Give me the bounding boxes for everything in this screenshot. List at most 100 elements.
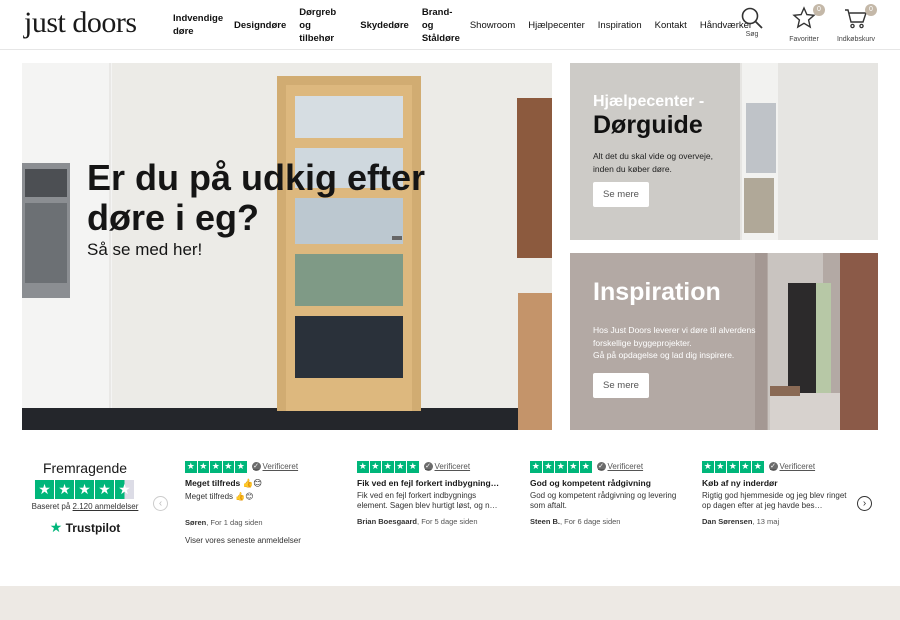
review-body: God og kompetent rådgivning og levering … [530,490,677,511]
check-icon: ✓ [596,462,606,472]
review-title: Fik ved en fejl forkert indbygning… [357,477,500,488]
review-header: ★ ★ ★ ★ ★ ✓ Verificeret [357,461,509,473]
review-star-icon: ★ [555,461,567,473]
nav-hjaelpecenter[interactable]: Hjælpecenter [528,19,585,32]
review-verified-label: Verificeret [262,462,299,472]
review-star-icon: ★ [369,461,381,473]
review-star-icon: ★ [567,461,579,473]
review-star-icon: ★ [407,461,419,473]
check-icon: ✓ [251,462,261,472]
reviews-prev-button[interactable]: ‹ [153,496,168,511]
trustpilot-star-icon: ★ [95,480,114,499]
review-author-line: Dan Sørensen, 13 maj [702,517,854,526]
nav-designdoere[interactable]: Designdøre [234,19,286,32]
inspiration-card-button[interactable]: Se mere [593,373,649,398]
review-card[interactable]: ★ ★ ★ ★ ★ ✓ Verificeret God og kompetent rådg… [530,461,682,526]
review-card[interactable]: ★ ★ ★ ★ ★ ✓ Verificeret Meget tilfreds 👍😊 Meg… [185,461,337,527]
review-time: , 13 maj [752,516,780,526]
help-card-title-1: Hjælpecenter - [593,93,705,110]
check-icon: ✓ [423,462,433,472]
search-button[interactable]: Søg [730,6,774,43]
review-header: ★ ★ ★ ★ ★ ✓ Verificeret [530,461,682,473]
review-verified[interactable]: ✓ Verificeret [596,462,644,472]
inspiration-card-text-2: Gå på opdagelse og lad dig inspirere. [593,350,735,360]
inspiration-card-text-1: Hos Just Doors leverer vi døre til alver… [593,325,756,348]
trustpilot-brand-name: Trustpilot [65,521,121,535]
header-icons: Søg 0 Favoritter 0 Indkøbskurv [722,4,878,43]
review-body: Rigtig god hjemmeside og jeg blev ringet… [702,490,847,511]
review-author: Søren [185,517,207,527]
review-star-icon: ★ [197,461,209,473]
logo[interactable]: just doors [24,6,137,40]
footer-band [0,586,900,620]
hero-banner[interactable]: Er du på udkig efter døre i eg? Så se me… [22,63,552,430]
review-star-icon: ★ [394,461,406,473]
trustpilot-summary[interactable]: Fremragende ★ ★ ★ ★ ★ Baseret på 2.120 a… [30,460,140,536]
review-star-icon: ★ [580,461,592,473]
review-verified[interactable]: ✓ Verificeret [251,462,299,472]
trustpilot-rating-word: Fremragende [42,460,128,476]
review-time: , For 1 dag siden [206,517,263,527]
help-card-button[interactable]: Se mere [593,182,649,207]
review-star-icon: ★ [542,461,554,473]
help-card-text: Alt det du skal vide og overveje, inden … [593,151,714,174]
help-center-card[interactable]: Hjælpecenter - Dørguide Alt det du skal … [570,63,878,240]
nav-brand-staaldoere[interactable]: Brand- og Ståldøre [422,6,464,45]
search-label: Søg [745,31,759,38]
chevron-right-icon: › [862,498,867,509]
review-author: Dan Sørensen [702,516,753,526]
trustpilot-logo-star-icon: ★ [49,519,63,535]
hero-subtitle: Så se med her! [87,240,203,259]
favorites-count-badge: 0 [813,4,825,16]
trustpilot-based-prefix: Baseret på [31,502,71,511]
trustpilot-half-star-icon: ★ [115,480,134,499]
review-stars: ★ ★ ★ ★ ★ [185,461,248,473]
nav-kontakt[interactable]: Kontakt [655,19,687,32]
review-star-icon: ★ [235,461,247,473]
trustpilot-stars: ★ ★ ★ ★ ★ [30,480,140,499]
main-nav: Indvendige døre Designdøre Dørgreb og ti… [173,0,765,50]
review-verified-label: Verificeret [779,462,816,472]
review-header: ★ ★ ★ ★ ★ ✓ Verificeret [185,461,337,473]
review-stars: ★ ★ ★ ★ ★ [357,461,420,473]
nav-doergreb[interactable]: Dørgreb og tilbehør [299,6,347,45]
review-star-icon: ★ [210,461,222,473]
cart-button[interactable]: 0 Indkøbskurv [834,4,878,43]
review-star-icon: ★ [702,461,714,473]
cart-count-badge: 0 [865,4,877,16]
review-author: Brian Boesgaard [357,516,418,526]
nav-indvendige-doere[interactable]: Indvendige døre [173,12,223,38]
trustpilot-review-count-link[interactable]: 2.120 anmeldelser [73,502,139,511]
review-star-icon: ★ [752,461,764,473]
review-card[interactable]: ★ ★ ★ ★ ★ ✓ Verificeret Fik ved en fejl forke… [357,461,509,526]
reviews-next-button[interactable]: › [857,496,872,511]
review-star-icon: ★ [530,461,542,473]
review-star-icon: ★ [727,461,739,473]
trustpilot-star-icon: ★ [35,480,54,499]
review-verified[interactable]: ✓ Verificeret [423,462,470,472]
nav-showroom[interactable]: Showroom [470,19,515,32]
trustpilot-star-icon: ★ [55,480,74,499]
nav-inspiration[interactable]: Inspiration [598,19,642,32]
nav-skydedoere[interactable]: Skydedøre [360,19,409,32]
review-verified[interactable]: ✓ Verificeret [768,462,816,472]
cart-label: Indkøbskurv [836,36,876,43]
review-time: , For 5 dage siden [417,516,478,526]
review-body: Fik ved en fejl forkert indbygnings elem… [357,490,498,511]
review-title: Køb af ny inderdør [702,477,778,488]
review-star-icon: ★ [357,461,369,473]
inspiration-card[interactable]: Inspiration Hos Just Doors leverer vi dø… [570,253,878,430]
check-icon: ✓ [768,462,778,472]
review-card[interactable]: ★ ★ ★ ★ ★ ✓ Verificeret Køb af ny inderdør Ri… [702,461,854,526]
review-star-icon: ★ [222,461,234,473]
review-body: Meget tilfreds 👍😊 [185,491,254,501]
search-icon [741,7,763,29]
review-star-icon: ★ [714,461,726,473]
review-author-line: Steen B., For 6 dage siden [530,517,682,526]
review-title: Meget tilfreds 👍😊 [185,477,263,488]
favorites-label: Favoritter [789,36,819,43]
review-star-icon: ★ [382,461,394,473]
site-header: just doors Indvendige døre Designdøre Dø… [0,0,900,50]
favorites-button[interactable]: 0 Favoritter [782,4,826,43]
review-verified-label: Verificeret [607,462,644,472]
